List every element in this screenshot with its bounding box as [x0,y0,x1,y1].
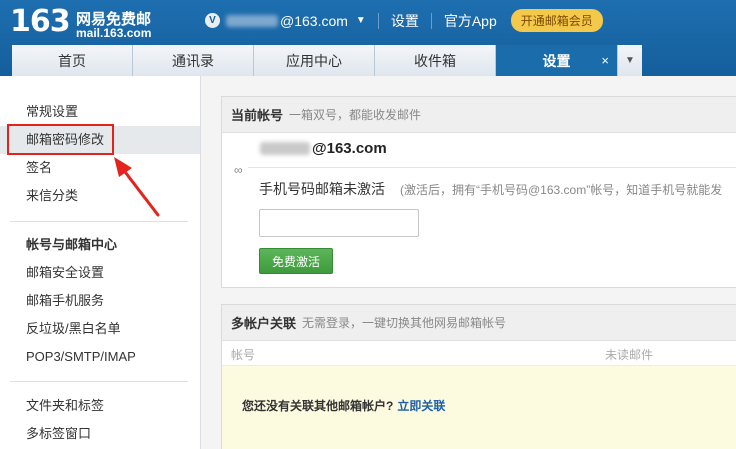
column-header-unread: 未读邮件 [605,348,654,362]
phone-mail-status: 手机号码邮箱未激活 [259,181,385,197]
tab-apps[interactable]: 应用中心 [254,45,375,76]
current-account-panel: 当前帐号 一箱双号，都能收发邮件 @163.com ∞ 手机号码邮箱未激活 (激… [221,96,736,288]
vip-button[interactable]: 开通邮箱会员 [510,9,603,32]
panel-title: 当前帐号 [231,108,284,123]
account-email[interactable]: @163.com [280,13,348,29]
chevron-down-icon[interactable]: ▼ [356,15,366,26]
tab-more-chevron-icon[interactable]: ▼ [618,45,642,76]
panel-header: 多帐户关联 无需登录，一键切换其他网易邮箱帐号 [222,305,736,341]
phone-number-input[interactable] [259,209,419,237]
logo-domain: mail.163.com [76,26,152,40]
phone-mail-description: (激活后，拥有“手机号码@163.com”帐号，知道手机号就能发 [400,183,723,197]
account-name-blurred [226,14,278,27]
tab-settings-label: 设置 [542,52,571,69]
activate-button[interactable]: 免费激活 [259,248,333,274]
account-bar: V @163.com ▼ 设置 官方App 开通邮箱会员 [205,9,603,32]
settings-main: 当前帐号 一箱双号，都能收发邮件 @163.com ∞ 手机号码邮箱未激活 (激… [201,76,736,449]
settings-link[interactable]: 设置 [391,11,419,31]
divider [248,167,736,168]
panel-title: 多帐户关联 [231,316,297,331]
sidebar-item-security[interactable]: 邮箱安全设置 [0,259,200,287]
empty-state: 您还没有关联其他邮箱帐户? 立即关联 [222,366,736,449]
sidebar-item-pop3[interactable]: POP3/SMTP/IMAP [0,343,200,371]
sidebar-item-signature[interactable]: 签名 [0,154,200,182]
tab-home[interactable]: 首页 [12,45,133,76]
primary-email-suffix: @163.com [312,140,387,157]
tab-inbox[interactable]: 收件箱 [375,45,496,76]
highlight-box [7,124,114,155]
link-icon: ∞ [234,163,243,177]
header-divider [377,12,379,29]
link-account-link[interactable]: 立即关联 [397,399,445,413]
tab-settings[interactable]: 设置 × [496,45,618,76]
sidebar-item-mobile[interactable]: 邮箱手机服务 [0,287,200,315]
email-name-blurred [260,142,310,155]
vip-level-icon: V [205,13,220,28]
tab-contacts[interactable]: 通讯录 [133,45,254,76]
sidebar-item-mail-filter[interactable]: 来信分类 [0,182,200,210]
panel-header: 当前帐号 一箱双号，都能收发邮件 [222,97,736,133]
header-divider [430,12,432,29]
empty-message: 您还没有关联其他邮箱帐户? [242,399,394,413]
app-link[interactable]: 官方App [444,11,497,31]
table-header: 帐号 未读邮件 [222,342,736,366]
multi-account-panel: 多帐户关联 无需登录，一键切换其他网易邮箱帐号 帐号 未读邮件 您还没有关联其他… [221,304,736,449]
primary-email: @163.com [260,140,387,157]
top-header: 163 网易免费邮 mail.163.com V @163.com ▼ 设置 官… [0,0,736,76]
close-icon[interactable]: × [601,53,609,68]
sidebar-section-account[interactable]: 帐号与邮箱中心 [0,231,200,259]
sidebar-item-general[interactable]: 常规设置 [0,98,200,126]
column-header-account: 帐号 [231,348,256,362]
main-tabs: 首页 通讯录 应用中心 收件箱 设置 × ▼ [12,45,642,76]
sidebar-item-folders[interactable]: 文件夹和标签 [0,392,200,420]
sidebar-item-multitab[interactable]: 多标签窗口 [0,420,200,448]
logo-number: 163 [10,4,71,39]
panel-description: 一箱双号，都能收发邮件 [289,108,422,122]
sidebar-divider [10,221,188,222]
sidebar-item-antispam[interactable]: 反垃圾/黑白名单 [0,315,200,343]
empty-state-text: 您还没有关联其他邮箱帐户? 立即关联 [242,397,445,414]
sidebar-divider [10,381,188,382]
panel-description: 无需登录，一键切换其他网易邮箱帐号 [302,316,507,330]
